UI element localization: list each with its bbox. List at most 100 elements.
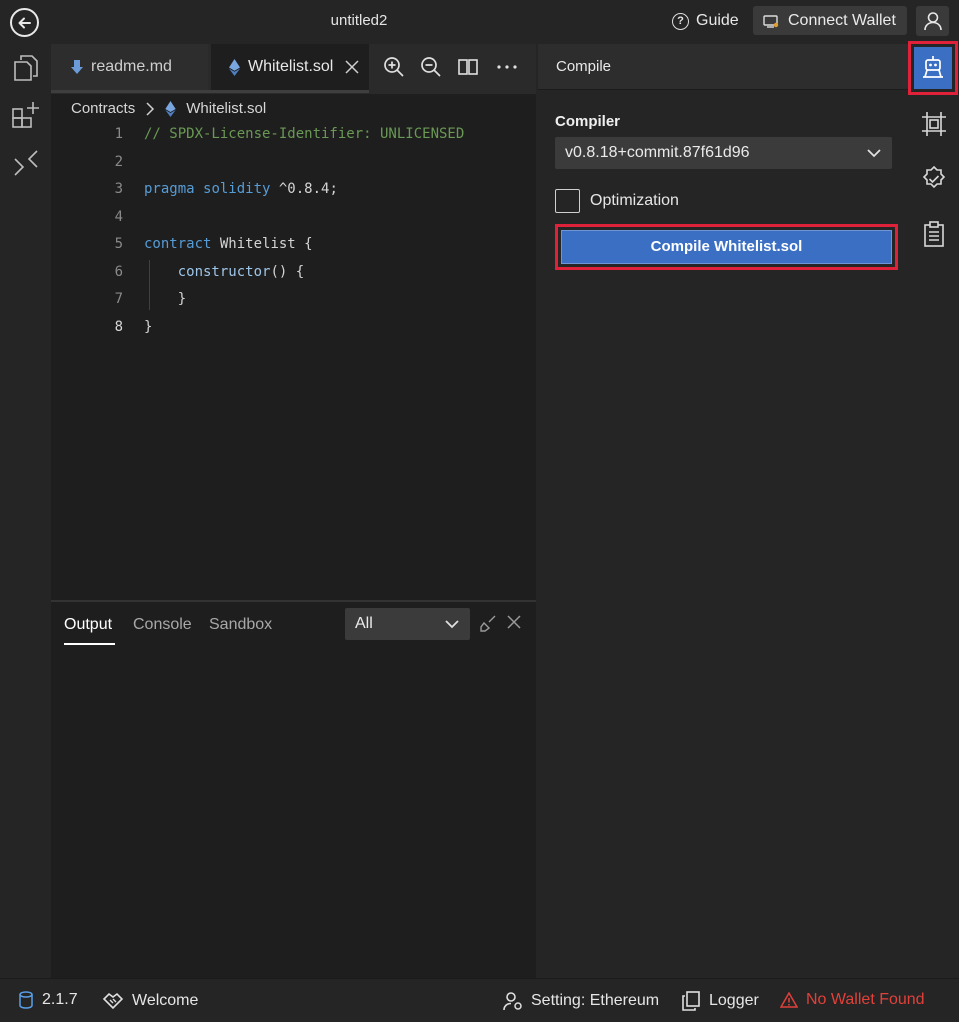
panel-title: Compile [556, 58, 612, 75]
window-title: untitled2 [330, 12, 388, 29]
user-icon [923, 12, 942, 31]
line-number: 3 [114, 181, 123, 197]
code-text: } [144, 291, 187, 307]
zoom-out-icon [421, 57, 441, 77]
help-icon: ? [672, 12, 689, 30]
handshake-icon [102, 992, 124, 1010]
version-label: 2.1.7 [42, 991, 78, 1008]
ethereum-icon [165, 100, 176, 117]
log-filter-select[interactable]: All [345, 608, 470, 640]
tab-label: Whitelist.sol [248, 58, 334, 75]
editor-tabs: readme.md Whitelist.sol [51, 44, 536, 94]
split-icon [458, 59, 478, 75]
zoom-in-icon [384, 57, 404, 77]
connect-wallet-button[interactable]: Connect Wallet [753, 6, 907, 35]
database-icon [19, 991, 33, 1009]
code-text: pragma solidity ^0.8.4; [144, 181, 338, 197]
compile-button[interactable]: Compile Whitelist.sol [561, 230, 892, 264]
explorer-button[interactable] [10, 52, 42, 84]
compiler-version: v0.8.18+commit.87f61d96 [565, 144, 750, 161]
line-number: 5 [114, 236, 123, 252]
verify-tool-button[interactable] [920, 165, 948, 193]
code-text: constructor() { [177, 264, 305, 280]
zoom-in-button[interactable] [381, 54, 407, 80]
chevron-down-icon [445, 620, 459, 629]
compile-tool-highlight [908, 41, 958, 95]
code-line: 3 pragma solidity ^0.8.4; [51, 176, 536, 203]
tab-whitelist-sol[interactable]: Whitelist.sol [211, 44, 369, 90]
code-line: 4 [51, 204, 536, 231]
guide-button[interactable]: ? Guide [672, 8, 739, 34]
right-activity-bar [908, 41, 959, 978]
expand-icon [14, 150, 38, 176]
breadcrumb-root[interactable]: Contracts [71, 100, 135, 117]
test-tool-button[interactable] [920, 220, 948, 248]
more-button[interactable] [494, 54, 520, 80]
add-extension-icon [12, 102, 39, 128]
verified-badge-icon [922, 166, 946, 189]
logger-label: Logger [709, 992, 759, 1009]
clipboard-icon [924, 221, 944, 247]
breadcrumb-file[interactable]: Whitelist.sol [186, 100, 266, 117]
active-tab-underline [64, 643, 115, 645]
setting-label: Setting: Ethereum [531, 992, 660, 1009]
compiler-label: Compiler [555, 113, 621, 130]
line-number: 4 [114, 209, 123, 225]
tab-console[interactable]: Console [133, 616, 192, 634]
optimization-checkbox[interactable] [555, 189, 580, 213]
copy-icon [682, 991, 700, 1011]
compile-button-highlight: Compile Whitelist.sol [555, 224, 898, 270]
code-line: 1 // SPDX-License-Identifier: UNLICENSED [51, 121, 536, 148]
frame-icon [922, 112, 946, 136]
left-activity-bar [0, 44, 51, 978]
clear-icon[interactable] [480, 614, 498, 632]
tab-underline [51, 90, 369, 93]
wallet-status-label: No Wallet Found [806, 991, 925, 1008]
wallet-status-item[interactable]: No Wallet Found [780, 991, 925, 1009]
filter-value: All [355, 615, 373, 632]
close-icon[interactable] [507, 615, 521, 629]
connect-wallet-label: Connect Wallet [788, 11, 896, 29]
close-icon[interactable] [345, 60, 359, 74]
setting-item[interactable]: Setting: Ethereum [503, 991, 659, 1011]
tab-readme[interactable]: readme.md [51, 44, 208, 90]
compile-panel: Compile Compiler v0.8.18+commit.87f61d96… [538, 44, 908, 978]
optimization-label: Optimization [590, 192, 679, 209]
compiler-version-select[interactable]: v0.8.18+commit.87f61d96 [555, 137, 892, 169]
logger-item[interactable]: Logger [681, 991, 759, 1011]
zoom-out-button[interactable] [418, 54, 444, 80]
line-number: 1 [114, 126, 123, 142]
welcome-item[interactable]: Welcome [102, 991, 198, 1011]
code-line: 6 constructor() { [51, 259, 536, 286]
wallet-icon [763, 14, 779, 28]
panel-header: Compile [538, 44, 908, 90]
code-text: // SPDX-License-Identifier: UNLICENSED [144, 126, 465, 142]
toggle-sidebar-button[interactable] [10, 147, 42, 179]
code-line: 2 [51, 149, 536, 176]
deploy-tool-button[interactable] [920, 110, 948, 138]
plugins-button[interactable] [10, 99, 42, 131]
guide-label: Guide [696, 12, 739, 29]
tab-output[interactable]: Output [64, 616, 112, 634]
line-number: 7 [114, 291, 123, 307]
version-item[interactable]: 2.1.7 [18, 991, 78, 1009]
code-line: 7 } [51, 286, 536, 313]
tab-label: readme.md [91, 58, 172, 75]
output-panel: Output Console Sandbox All [51, 600, 536, 978]
more-icon [497, 65, 517, 69]
compile-tool-button[interactable] [914, 47, 952, 89]
markdown-icon [71, 60, 83, 74]
code-editor[interactable]: Contracts Whitelist.sol 1 // SPDX-Licens… [51, 94, 536, 600]
ethereum-icon [229, 58, 240, 76]
split-editor-button[interactable] [455, 54, 481, 80]
code-text: contract Whitelist { [144, 236, 313, 252]
code-line: 8 } [51, 314, 536, 341]
warning-icon [780, 992, 798, 1008]
line-number: 2 [114, 154, 123, 170]
code-line: 5 contract Whitelist { [51, 231, 536, 258]
user-settings-icon [503, 992, 522, 1011]
account-button[interactable] [916, 6, 949, 36]
code-text: } [144, 319, 153, 335]
line-number: 8 [114, 319, 123, 335]
tab-sandbox[interactable]: Sandbox [209, 616, 272, 634]
